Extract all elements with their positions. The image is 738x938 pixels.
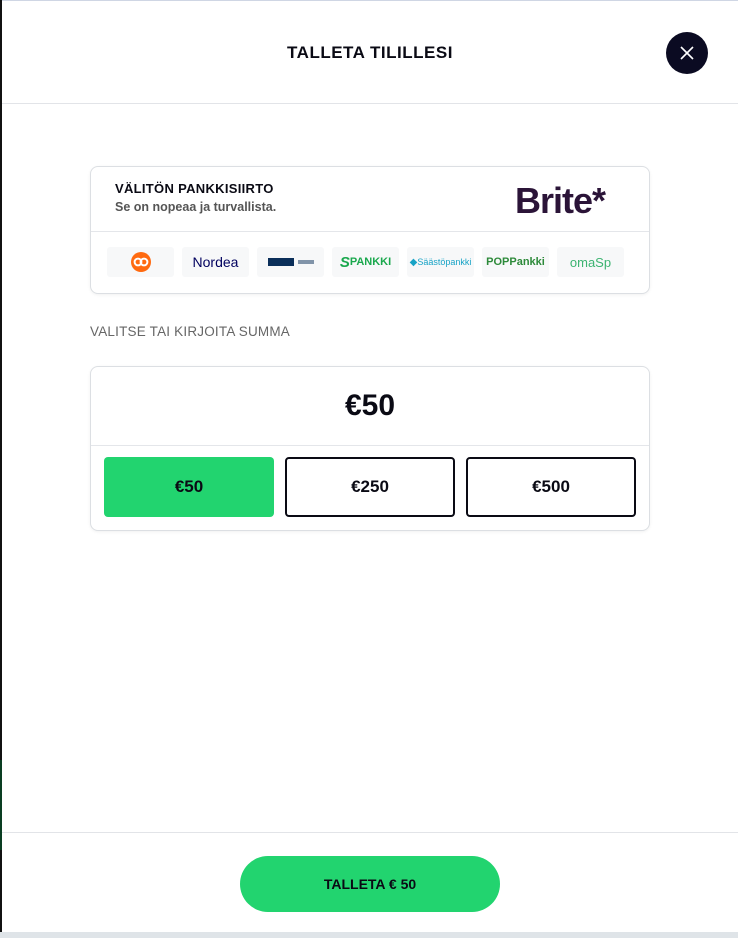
pop-pankki-logo: POPPankki: [482, 247, 549, 277]
bank-transfer-header: VÄLITÖN PANKKISIIRTO Se on nopeaa ja tur…: [91, 167, 649, 232]
close-icon: [680, 46, 694, 60]
op-bank-logo: [107, 247, 174, 277]
s-pankki-logo: S PANKKI: [332, 247, 399, 277]
bank-logos: Nordea S PANKKI ◆ Säästöpankki POPPankki…: [107, 247, 624, 277]
amount-option-50[interactable]: €50: [104, 457, 274, 517]
modal-title: TALLETA TILILLESI: [287, 43, 453, 62]
modal-footer: TALLETA € 50: [2, 832, 738, 933]
bottom-scrollbar-track: [0, 932, 738, 938]
saastopankki-mark: ◆: [409, 256, 418, 268]
bank-transfer-title: VÄLITÖN PANKKISIIRTO: [115, 181, 274, 196]
nordea-logo: Nordea: [182, 247, 249, 277]
amount-card: €50 €50 €250 €500: [90, 366, 650, 531]
saastopankki-logo-text: Säästöpankki: [417, 257, 472, 267]
amount-option-250[interactable]: €250: [285, 457, 455, 517]
pop-pankki-logo-text: POPPankki: [486, 256, 545, 268]
danske-bank-logo: [257, 247, 324, 277]
danske-bank-icon: [267, 258, 314, 266]
s-pankki-logo-text: PANKKI: [349, 256, 392, 268]
amount-input[interactable]: €50: [91, 367, 649, 446]
bank-transfer-subtitle: Se on nopeaa ja turvallista.: [115, 200, 277, 214]
op-icon: [130, 252, 151, 272]
brite-logo: Brite*: [515, 180, 606, 221]
nordea-logo-text: Nordea: [192, 254, 239, 270]
amount-option-500[interactable]: €500: [466, 457, 636, 517]
close-button[interactable]: [666, 32, 708, 74]
amount-select-label: VALITSE TAI KIRJOITA SUMMA: [90, 324, 290, 339]
omasp-logo: omaSp: [557, 247, 624, 277]
deposit-button[interactable]: TALLETA € 50: [240, 856, 500, 912]
bank-transfer-card[interactable]: VÄLITÖN PANKKISIIRTO Se on nopeaa ja tur…: [90, 166, 650, 294]
omasp-logo-text: omaSp: [569, 254, 612, 270]
modal-header: TALLETA TILILLESI: [2, 1, 738, 104]
saastopankki-logo: ◆ Säästöpankki: [407, 247, 474, 277]
s-pankki-mark: S: [339, 253, 350, 271]
